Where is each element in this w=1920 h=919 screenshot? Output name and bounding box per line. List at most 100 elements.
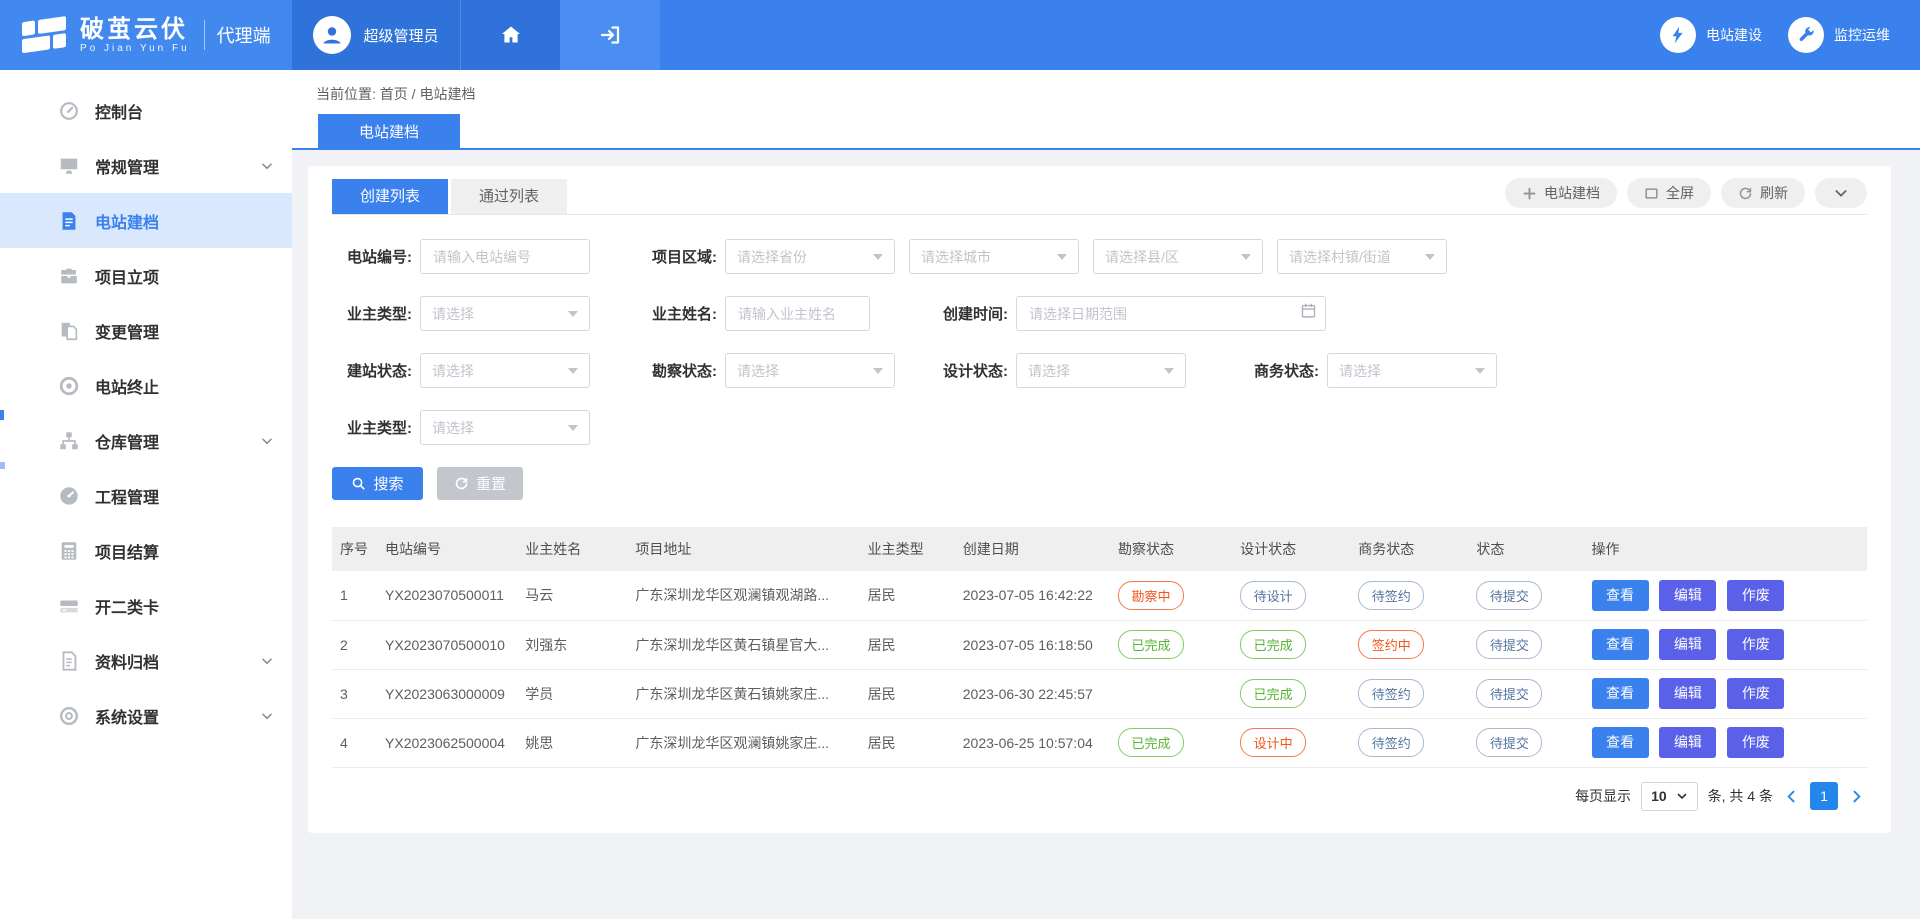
sidebar-item-label: 电站终止 — [95, 374, 159, 398]
cell-seq: 3 — [332, 669, 377, 718]
cell-date: 2023-06-25 10:57:04 — [955, 718, 1110, 767]
build-status-select[interactable]: 请选择 — [420, 353, 590, 388]
cell-code: YX2023070500011 — [377, 571, 517, 620]
view-button[interactable]: 查看 — [1592, 580, 1649, 611]
owner-type-select[interactable]: 请选择 — [420, 296, 590, 331]
edit-button[interactable]: 编辑 — [1659, 629, 1716, 660]
status-badge: 待签约 — [1358, 581, 1424, 610]
owner-name-input[interactable] — [725, 296, 870, 331]
town-select[interactable]: 请选择村镇/街道 — [1277, 239, 1447, 274]
design-status-select[interactable]: 请选择 — [1016, 353, 1186, 388]
cell-code: YX2023063000009 — [377, 669, 517, 718]
status-badge: 待提交 — [1476, 581, 1542, 610]
county-select[interactable]: 请选择县/区 — [1093, 239, 1263, 274]
logout-button[interactable] — [560, 0, 660, 70]
per-page-label: 每页显示 — [1575, 786, 1631, 806]
search-icon — [351, 476, 366, 491]
caret-down-icon — [568, 368, 578, 374]
sidebar-item-console[interactable]: 控制台 — [0, 83, 292, 138]
wrench-icon — [1788, 17, 1824, 53]
city-select[interactable]: 请选择城市 — [909, 239, 1079, 274]
sidebar-scrollbar-mark — [0, 410, 4, 420]
table-row: 2 YX2023070500010 刘强东 广东深圳龙华区黄石镇星官大... 居… — [332, 620, 1867, 669]
sidebar-item-open-card[interactable]: 开二类卡 — [0, 578, 292, 633]
fullscreen-button[interactable]: 全屏 — [1627, 178, 1711, 208]
sidebar-item-label: 资料归档 — [95, 649, 159, 673]
sidebar-item-station-termination[interactable]: 电站终止 — [0, 358, 292, 413]
station-code-input[interactable] — [420, 239, 590, 274]
caret-down-icon — [873, 254, 883, 260]
settings-icon — [58, 705, 80, 727]
cell-address: 广东深圳龙华区观澜镇姚家庄... — [627, 718, 859, 767]
view-button[interactable]: 查看 — [1592, 727, 1649, 758]
cell-code: YX2023062500004 — [377, 718, 517, 767]
nav-station-build[interactable]: 电站建设 — [1660, 17, 1762, 53]
prev-page-button[interactable] — [1783, 788, 1800, 805]
sidebar-item-engineering-mgmt[interactable]: 工程管理 — [0, 468, 292, 523]
sidebar-item-label: 开二类卡 — [95, 594, 159, 618]
province-select[interactable]: 请选择省份 — [725, 239, 895, 274]
copy-icon — [58, 320, 80, 342]
col-owner-name: 业主姓名 — [517, 527, 627, 571]
page-tab-station-archive[interactable]: 电站建档 — [318, 114, 460, 148]
date-range-input[interactable] — [1016, 296, 1326, 331]
fullscreen-icon — [1644, 186, 1659, 201]
void-button[interactable]: 作废 — [1727, 629, 1784, 660]
reset-button[interactable]: 重置 — [437, 467, 523, 500]
sidebar-item-general-mgmt[interactable]: 常规管理 — [0, 138, 292, 193]
search-button[interactable]: 搜索 — [332, 467, 423, 500]
user-menu[interactable]: 超级管理员 — [292, 0, 460, 70]
business-status-select[interactable]: 请选择 — [1327, 353, 1497, 388]
caret-down-icon — [568, 425, 578, 431]
create-station-button[interactable]: 电站建档 — [1505, 178, 1617, 208]
void-button[interactable]: 作废 — [1727, 580, 1784, 611]
breadcrumb: 当前位置: 首页 / 电站建档 — [292, 70, 1920, 104]
cell-seq: 4 — [332, 718, 377, 767]
user-name: 超级管理员 — [363, 25, 438, 46]
edit-button[interactable]: 编辑 — [1659, 580, 1716, 611]
nav-monitor-ops[interactable]: 监控运维 — [1788, 17, 1890, 53]
home-button[interactable] — [460, 0, 560, 70]
page-number[interactable]: 1 — [1810, 782, 1838, 810]
status-badge: 待设计 — [1240, 581, 1306, 610]
survey-status-select[interactable]: 请选择 — [725, 353, 895, 388]
search-label: 搜索 — [373, 473, 403, 494]
calendar-icon — [1300, 302, 1317, 319]
edit-button[interactable]: 编辑 — [1659, 678, 1716, 709]
sidebar-item-warehouse-mgmt[interactable]: 仓库管理 — [0, 413, 292, 468]
table-row: 3 YX2023063000009 学员 广东深圳龙华区黄石镇姚家庄... 居民… — [332, 669, 1867, 718]
col-design-status: 设计状态 — [1232, 527, 1350, 571]
sidebar-item-project-initiation[interactable]: 项目立项 — [0, 248, 292, 303]
sidebar-item-project-settlement[interactable]: 项目结算 — [0, 523, 292, 578]
status-badge: 设计中 — [1240, 728, 1306, 757]
cell-owner: 姚思 — [517, 718, 627, 767]
sidebar-scrollbar-mark — [0, 462, 5, 469]
per-page-select[interactable]: 10 — [1641, 782, 1698, 811]
chevron-down-icon — [260, 709, 274, 723]
project-area-label: 项目区域: — [637, 246, 717, 267]
next-page-button[interactable] — [1848, 788, 1865, 805]
brand-divider — [204, 20, 205, 50]
sidebar-item-data-archive[interactable]: 资料归档 — [0, 633, 292, 688]
collapse-panel-button[interactable] — [1815, 178, 1867, 208]
view-button[interactable]: 查看 — [1592, 678, 1649, 709]
refresh-button[interactable]: 刷新 — [1721, 178, 1805, 208]
cell-code: YX2023070500010 — [377, 620, 517, 669]
sidebar-item-station-archive[interactable]: 电站建档 — [0, 193, 292, 248]
refresh-label: 刷新 — [1760, 183, 1788, 203]
design-status-placeholder: 请选择 — [1028, 361, 1070, 381]
tab-passed-list[interactable]: 通过列表 — [451, 179, 567, 214]
edit-button[interactable]: 编辑 — [1659, 727, 1716, 758]
owner-type2-select[interactable]: 请选择 — [420, 410, 590, 445]
chevron-down-icon — [1676, 790, 1688, 802]
tab-create-list[interactable]: 创建列表 — [332, 179, 448, 214]
view-button[interactable]: 查看 — [1592, 629, 1649, 660]
sidebar-item-system-settings[interactable]: 系统设置 — [0, 688, 292, 743]
sidebar-item-label: 项目立项 — [95, 264, 159, 288]
cell-address: 广东深圳龙华区黄石镇星官大... — [627, 620, 859, 669]
sidebar-item-change-mgmt[interactable]: 变更管理 — [0, 303, 292, 358]
survey-status-placeholder: 请选择 — [737, 361, 779, 381]
sidebar-item-label: 电站建档 — [95, 209, 159, 233]
void-button[interactable]: 作废 — [1727, 678, 1784, 709]
void-button[interactable]: 作废 — [1727, 727, 1784, 758]
